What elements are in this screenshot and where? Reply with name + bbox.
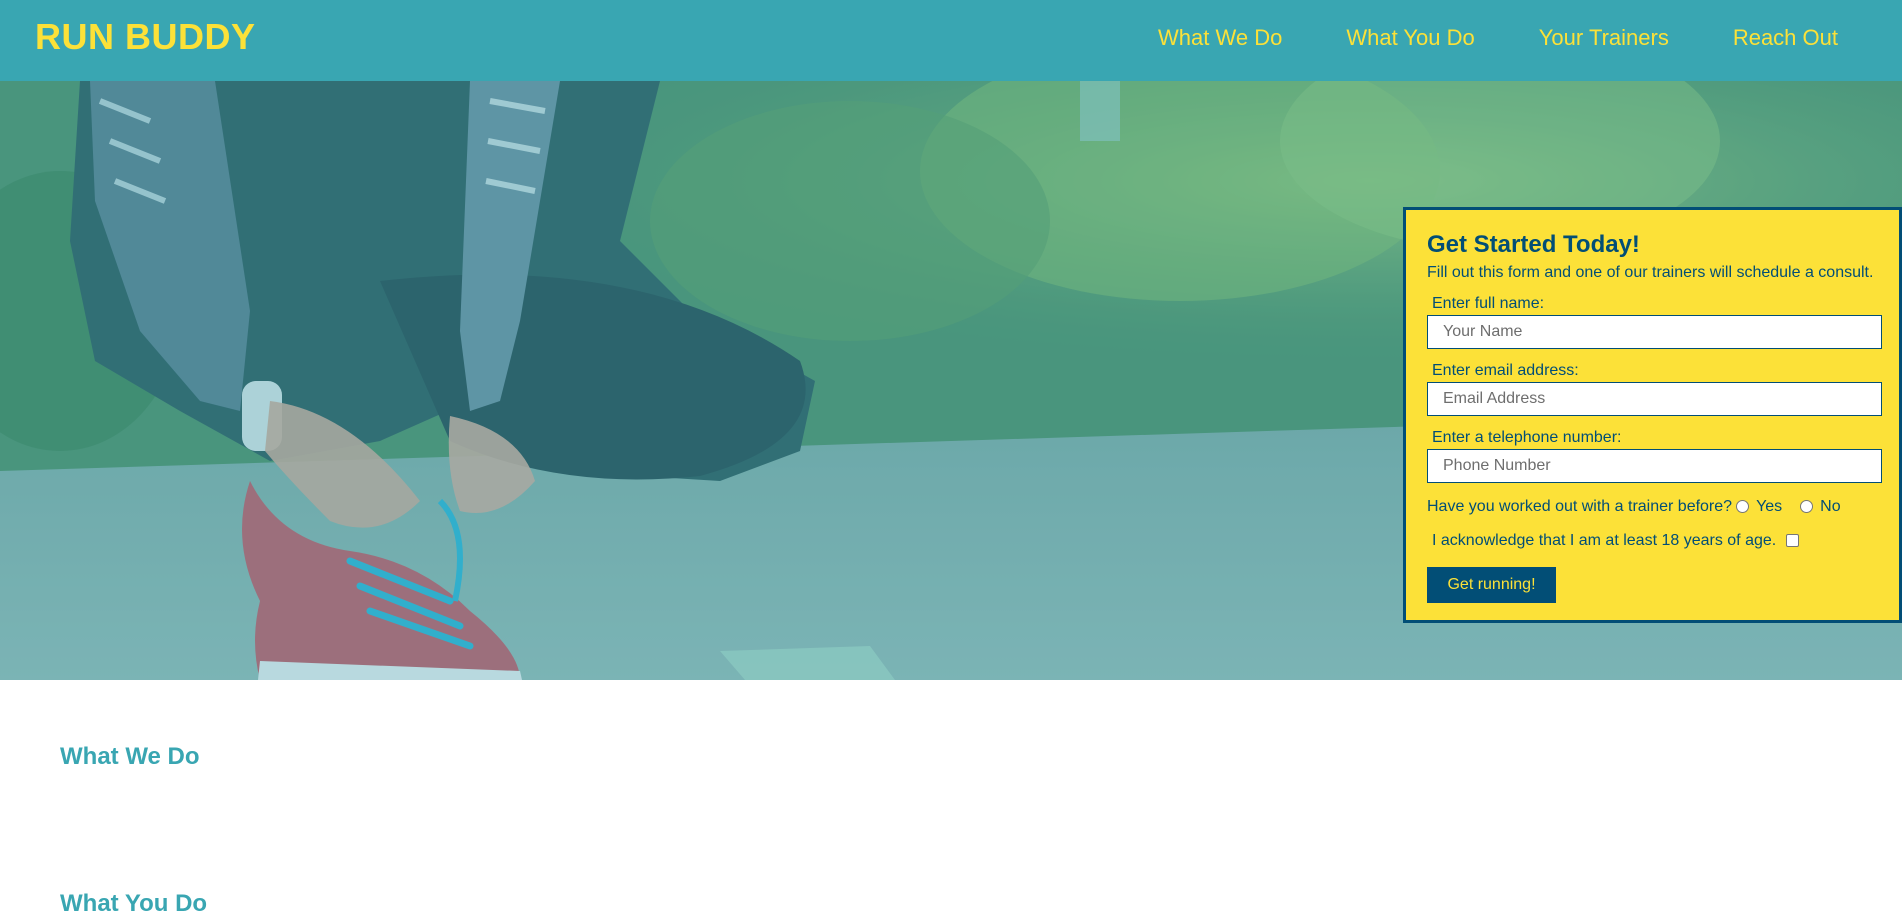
- trainer-question-row: Have you worked out with a trainer befor…: [1427, 497, 1878, 515]
- name-label: Enter full name:: [1432, 294, 1545, 312]
- trainer-question: Have you worked out with a trainer befor…: [1427, 497, 1733, 515]
- no-label: No: [1820, 497, 1841, 515]
- email-label: Enter email address:: [1432, 361, 1579, 379]
- name-input[interactable]: [1427, 314, 1882, 349]
- age-ack-checkbox[interactable]: [1786, 534, 1800, 548]
- section-title-what-you-do: What You Do: [60, 890, 208, 917]
- form-subtitle: Fill out this form and one of our traine…: [1427, 264, 1874, 281]
- form-title: Get Started Today!: [1427, 231, 1640, 258]
- yes-radio[interactable]: [1736, 500, 1750, 514]
- yes-label: Yes: [1756, 497, 1783, 515]
- email-input[interactable]: [1427, 381, 1882, 416]
- age-ack-row: I acknowledge that I am at least 18 year…: [1432, 531, 1878, 549]
- signup-form: Get Started Today! Fill out this form an…: [1403, 207, 1902, 623]
- phone-input[interactable]: [1427, 448, 1882, 483]
- nav-link-what-we-do[interactable]: What We Do: [1158, 26, 1282, 49]
- nav-link-your-trainers[interactable]: Your Trainers: [1539, 26, 1669, 49]
- nav-link-reach-out[interactable]: Reach Out: [1733, 26, 1838, 49]
- age-ack-label: I acknowledge that I am at least 18 year…: [1432, 531, 1777, 549]
- main-nav: What We Do What You Do Your Trainers Rea…: [1126, 0, 1902, 81]
- logo-link[interactable]: RUN BUDDY: [35, 19, 256, 55]
- phone-label: Enter a telephone number:: [1432, 428, 1622, 446]
- site-header: RUN BUDDY What We Do What You Do Your Tr…: [0, 0, 1902, 81]
- section-title-what-we-do: What We Do: [60, 743, 200, 770]
- no-radio[interactable]: [1800, 500, 1814, 514]
- get-running-button[interactable]: Get running!: [1427, 566, 1556, 603]
- nav-link-what-you-do[interactable]: What You Do: [1346, 26, 1474, 49]
